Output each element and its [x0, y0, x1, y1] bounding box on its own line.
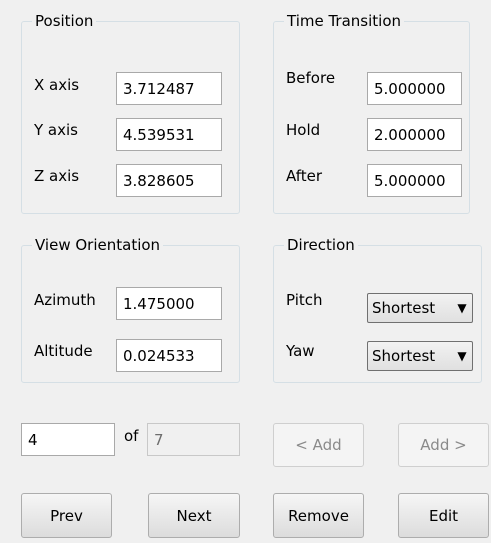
z-axis-field[interactable]: [116, 164, 222, 197]
edit-button[interactable]: Edit: [398, 493, 489, 538]
x-axis-field[interactable]: [116, 72, 222, 105]
before-field[interactable]: [367, 72, 462, 105]
position-group-title: Position: [32, 11, 97, 31]
remove-button[interactable]: Remove: [273, 493, 364, 538]
chevron-down-icon: ▼: [457, 301, 467, 315]
next-button[interactable]: Next: [148, 493, 240, 538]
y-axis-label: Y axis: [34, 121, 78, 139]
hold-label: Hold: [286, 121, 321, 139]
direction-group-title: Direction: [284, 235, 358, 255]
of-label: of: [124, 427, 139, 445]
before-label: Before: [286, 69, 336, 87]
pitch-dropdown[interactable]: Shortest ▼: [367, 293, 473, 323]
z-axis-label: Z axis: [34, 167, 80, 185]
after-field[interactable]: [367, 164, 462, 197]
hold-field[interactable]: [367, 118, 462, 151]
chevron-down-icon: ▼: [457, 349, 467, 363]
altitude-label: Altitude: [34, 342, 93, 360]
prev-button[interactable]: Prev: [21, 493, 112, 538]
pitch-label: Pitch: [286, 291, 323, 309]
view-orientation-group-title: View Orientation: [32, 235, 164, 255]
yaw-dropdown[interactable]: Shortest ▼: [367, 341, 473, 371]
x-axis-label: X axis: [34, 76, 80, 94]
azimuth-label: Azimuth: [34, 291, 96, 309]
total-keyframes-field: [147, 423, 240, 456]
yaw-label: Yaw: [286, 342, 315, 360]
y-axis-field[interactable]: [116, 118, 222, 151]
altitude-field[interactable]: [116, 339, 222, 372]
after-label: After: [286, 167, 323, 185]
add-before-button[interactable]: < Add: [273, 423, 364, 467]
pitch-dropdown-value: Shortest: [372, 299, 436, 317]
yaw-dropdown-value: Shortest: [372, 347, 436, 365]
time-transition-group-title: Time Transition: [284, 11, 405, 31]
add-after-button[interactable]: Add >: [398, 423, 489, 467]
azimuth-field[interactable]: [116, 287, 222, 320]
current-keyframe-field[interactable]: [21, 423, 115, 456]
